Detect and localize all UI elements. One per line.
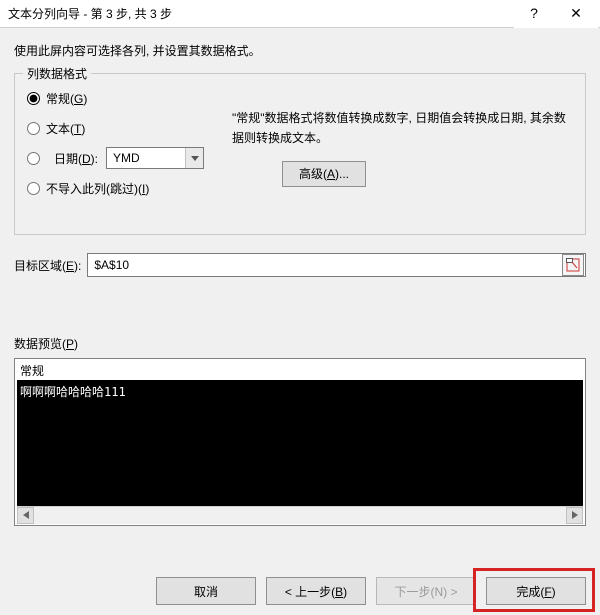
radio-skip-label: 不导入此列(跳过)(I) xyxy=(46,180,149,197)
preview-body: 啊啊啊哈哈哈哈111 xyxy=(17,381,583,506)
radio-text-label: 文本(T) xyxy=(46,120,85,137)
cancel-button[interactable]: 取消 xyxy=(156,577,256,605)
date-format-combo[interactable]: YMD xyxy=(106,147,204,169)
destination-input[interactable] xyxy=(88,254,561,276)
destination-label: 目标区域(E): xyxy=(14,257,81,274)
radio-general-row[interactable]: 常规(G) xyxy=(27,88,222,108)
radio-general-label: 常规(G) xyxy=(46,90,87,107)
finish-button[interactable]: 完成(F) xyxy=(486,577,586,605)
range-picker-icon xyxy=(566,258,580,272)
dialog-content: 使用此屏内容可选择各列, 并设置其数据格式。 列数据格式 常规(G) 文本(T)… xyxy=(0,28,600,615)
back-button[interactable]: < 上一步(B) xyxy=(266,577,366,605)
destination-input-wrap xyxy=(87,253,586,277)
next-button: 下一步(N) > xyxy=(376,577,476,605)
radio-date[interactable] xyxy=(27,152,40,165)
radio-date-row[interactable]: 日期(D): YMD xyxy=(27,148,222,168)
preview-label: 数据预览(P) xyxy=(14,335,586,352)
date-format-value: YMD xyxy=(113,151,185,165)
radio-text-row[interactable]: 文本(T) xyxy=(27,118,222,138)
scrollbar-track[interactable] xyxy=(34,507,566,524)
format-hint: "常规"数据格式将数值转换成数字, 日期值会转换成日期, 其余数据则转换成文本。 xyxy=(232,108,573,149)
radio-text[interactable] xyxy=(27,122,40,135)
horizontal-scrollbar[interactable] xyxy=(17,506,583,523)
scroll-left-button[interactable] xyxy=(17,507,34,524)
radio-skip[interactable] xyxy=(27,182,40,195)
window-title: 文本分列向导 - 第 3 步, 共 3 步 xyxy=(8,5,172,22)
chevron-down-icon xyxy=(185,148,203,168)
column-format-group: 列数据格式 常规(G) 文本(T) 日期(D): YMD xyxy=(14,73,586,235)
scroll-right-button[interactable] xyxy=(566,507,583,524)
group-caption: 列数据格式 xyxy=(23,65,91,82)
advanced-button[interactable]: 高级(A)... xyxy=(282,161,366,187)
range-picker-button[interactable] xyxy=(562,254,584,276)
preview-box: 常规 啊啊啊哈哈哈哈111 xyxy=(14,358,586,526)
radio-general[interactable] xyxy=(27,92,40,105)
help-icon: ? xyxy=(530,5,538,21)
help-button[interactable]: ? xyxy=(514,0,554,28)
close-button[interactable]: ✕ xyxy=(554,0,598,28)
preview-scroll: 常规 啊啊啊哈哈哈哈111 xyxy=(17,361,583,506)
destination-row: 目标区域(E): xyxy=(14,253,586,277)
radio-skip-row[interactable]: 不导入此列(跳过)(I) xyxy=(27,178,222,198)
dialog-button-row: 取消 < 上一步(B) 下一步(N) > 完成(F) xyxy=(156,577,586,605)
titlebar: 文本分列向导 - 第 3 步, 共 3 步 ? ✕ xyxy=(0,0,600,28)
close-icon: ✕ xyxy=(570,5,582,21)
chevron-right-icon xyxy=(572,511,578,519)
chevron-left-icon xyxy=(23,511,29,519)
radio-date-label: 日期(D): xyxy=(54,150,98,167)
instruction-text: 使用此屏内容可选择各列, 并设置其数据格式。 xyxy=(14,42,586,59)
preview-row-1: 啊啊啊哈哈哈哈111 xyxy=(20,385,126,399)
preview-column-header[interactable]: 常规 xyxy=(17,361,583,381)
